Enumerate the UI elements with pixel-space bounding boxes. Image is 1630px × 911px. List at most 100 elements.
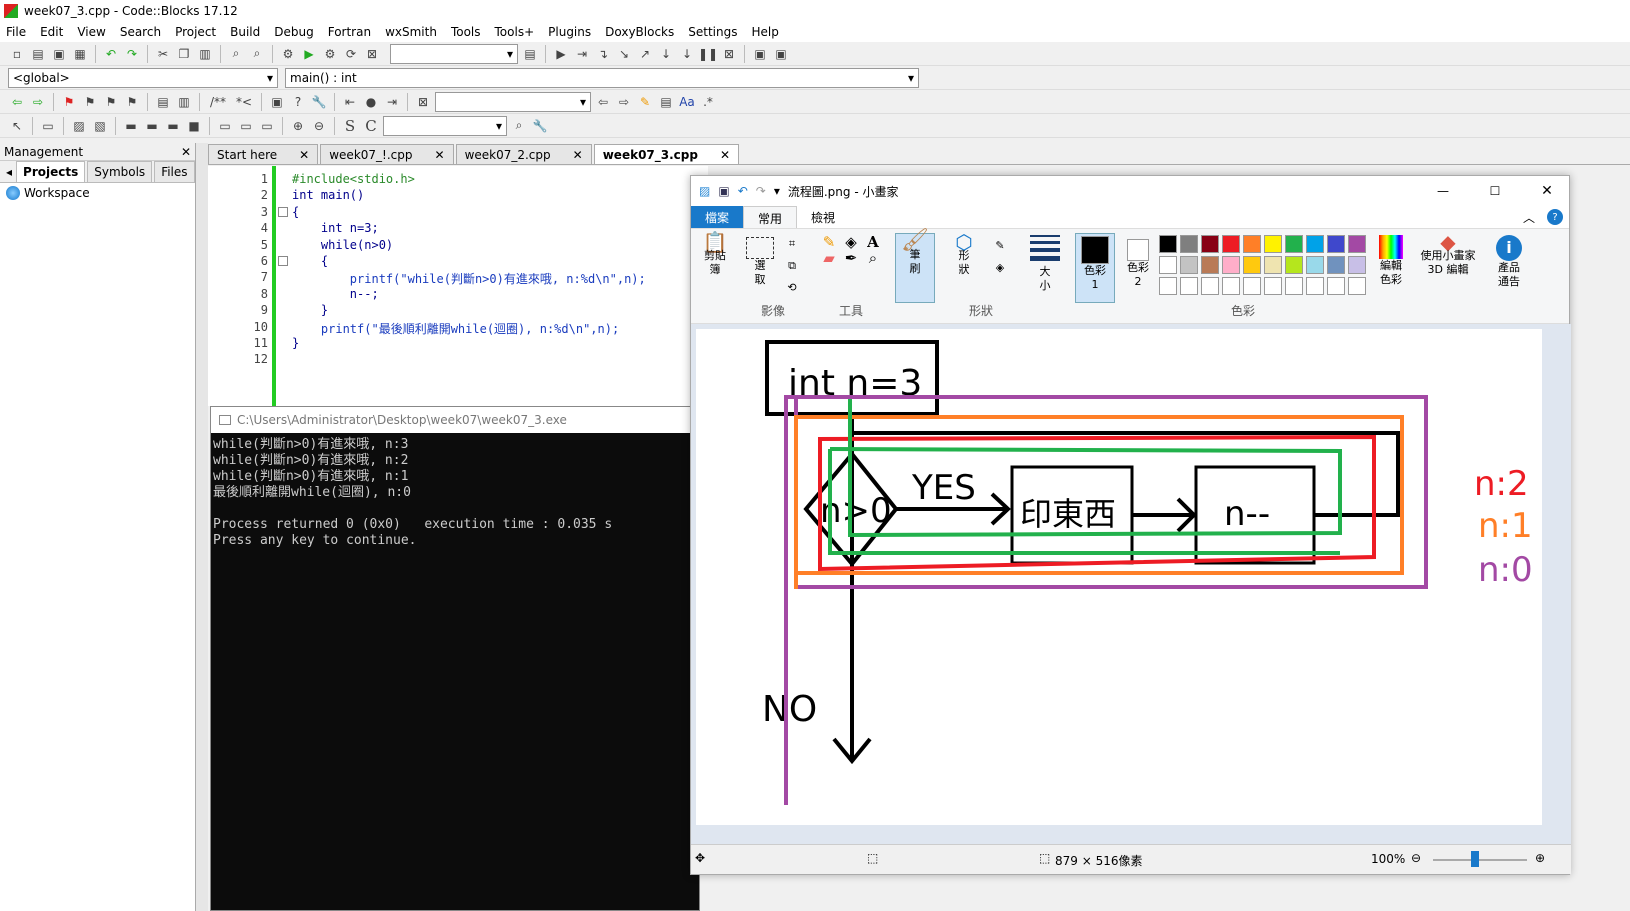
palette-color-swatch[interactable] xyxy=(1264,235,1282,253)
close-icon[interactable]: ✕ xyxy=(1525,183,1569,199)
doxywizard-icon[interactable]: ▣ xyxy=(268,93,286,111)
jump-back-icon[interactable]: ⇤ xyxy=(341,93,359,111)
brush-button[interactable]: 🖌 筆刷 xyxy=(895,230,935,303)
select-button[interactable]: 選取 xyxy=(743,235,777,287)
shape-fill-icon[interactable]: ◈ xyxy=(996,257,1004,279)
tab-home[interactable]: 常用 xyxy=(743,206,798,228)
palette-color-swatch[interactable] xyxy=(1327,256,1345,274)
step-out-icon[interactable]: ↗ xyxy=(636,45,654,63)
toggle-bookmark-icon[interactable]: ⚑ xyxy=(60,93,78,111)
palette-color-swatch[interactable] xyxy=(1327,277,1345,295)
widget-d-icon[interactable]: ■ xyxy=(185,117,203,135)
palette-color-swatch[interactable] xyxy=(1285,277,1303,295)
symbol-search-icon[interactable]: ⌕ xyxy=(510,117,528,135)
drawing-canvas[interactable]: int n=3 n>0 YES 印東西 n-- NO n:2 n:1 n:0 xyxy=(696,329,1542,825)
replace-icon[interactable]: ⌕ xyxy=(248,45,266,63)
magnifier-icon[interactable]: ⌕ xyxy=(863,251,883,266)
color1-button[interactable]: 色彩 1 xyxy=(1075,233,1115,303)
palette-color-swatch[interactable] xyxy=(1264,256,1282,274)
close-icon[interactable]: ✕ xyxy=(720,148,730,162)
tab-week07-1[interactable]: week07_!.cpp ✕ xyxy=(320,144,454,164)
save-icon[interactable]: ▣ xyxy=(50,45,68,63)
palette-color-swatch[interactable] xyxy=(1222,256,1240,274)
color2-button[interactable]: 色彩 2 xyxy=(1121,235,1155,289)
tab-files[interactable]: Files xyxy=(154,161,195,182)
palette-color-swatch[interactable] xyxy=(1306,277,1324,295)
paint3d-button[interactable]: ◆ 使用小畫家 3D 編輯 xyxy=(1417,232,1479,277)
zoom-in-icon[interactable]: ⊕ xyxy=(289,117,307,135)
widget-e-icon[interactable]: ▭ xyxy=(216,117,234,135)
symbol-settings-icon[interactable]: 🔧 xyxy=(531,117,549,135)
outline-icon[interactable]: ✎ xyxy=(995,235,1004,257)
quick-undo-icon[interactable]: ↶ xyxy=(738,184,748,198)
palette-color-swatch[interactable] xyxy=(1285,256,1303,274)
next-line-icon[interactable]: ↴ xyxy=(594,45,612,63)
close-icon[interactable]: ✕ xyxy=(573,148,583,162)
palette-color-swatch[interactable] xyxy=(1180,277,1198,295)
rebuild-icon[interactable]: ⟳ xyxy=(342,45,360,63)
menu-plugins[interactable]: Plugins xyxy=(548,25,591,39)
clear-bookmarks-icon[interactable]: ⚑ xyxy=(123,93,141,111)
prev-bookmark-icon[interactable]: ⚑ xyxy=(81,93,99,111)
palette-color-swatch[interactable] xyxy=(1348,256,1366,274)
forward-icon[interactable]: ⇨ xyxy=(29,93,47,111)
product-alert-button[interactable]: i 產品通告 xyxy=(1489,235,1529,289)
new-file-icon[interactable]: ▫ xyxy=(8,45,26,63)
palette-color-swatch[interactable] xyxy=(1201,277,1219,295)
comment-icon[interactable]: ▤ xyxy=(154,93,172,111)
zoom-slider-thumb[interactable] xyxy=(1471,851,1479,867)
tab-symbols[interactable]: Symbols xyxy=(87,161,153,182)
jump-dot-icon[interactable]: ● xyxy=(362,93,380,111)
pencil-icon[interactable]: ✎ xyxy=(819,235,839,250)
back-icon[interactable]: ⇦ xyxy=(8,93,26,111)
zoom-out-icon[interactable]: ⊖ xyxy=(1411,851,1421,865)
clear-search-icon[interactable]: ⊠ xyxy=(414,93,432,111)
line-comment-button[interactable]: *< xyxy=(233,93,255,111)
menu-edit[interactable]: Edit xyxy=(40,25,63,39)
redo-icon[interactable]: ↷ xyxy=(123,45,141,63)
palette-color-swatch[interactable] xyxy=(1201,256,1219,274)
abort-icon[interactable]: ⊠ xyxy=(363,45,381,63)
close-icon[interactable]: ✕ xyxy=(435,148,445,162)
splitter[interactable] xyxy=(196,143,208,911)
menu-project[interactable]: Project xyxy=(175,25,216,39)
palette-color-swatch[interactable] xyxy=(1243,277,1261,295)
code-editor[interactable]: 1 #include<stdio.h> 2 int main() 3 {4 int n=3… xyxy=(208,166,708,406)
menu-tools-plus[interactable]: Tools+ xyxy=(495,25,535,39)
widget-text-icon[interactable]: ▧ xyxy=(91,117,109,135)
jump-forward-icon[interactable]: ⇥ xyxy=(383,93,401,111)
debug-windows-icon[interactable]: ▣ xyxy=(751,45,769,63)
minimize-icon[interactable]: — xyxy=(1421,184,1465,198)
zoom-in-icon[interactable]: ⊕ xyxy=(1535,851,1545,865)
menu-tools[interactable]: Tools xyxy=(451,25,481,39)
help-icon[interactable]: ? xyxy=(1547,209,1563,225)
copy-icon[interactable]: ❐ xyxy=(175,45,193,63)
uncomment-icon[interactable]: ▥ xyxy=(175,93,193,111)
paste-icon[interactable]: ▥ xyxy=(196,45,214,63)
wrench-icon[interactable]: 🔧 xyxy=(310,93,328,111)
save-all-icon[interactable]: ▦ xyxy=(71,45,89,63)
palette-color-swatch[interactable] xyxy=(1222,277,1240,295)
fill-icon[interactable]: ◈ xyxy=(841,235,861,250)
fold-marker-icon[interactable] xyxy=(278,206,288,217)
palette-color-swatch[interactable] xyxy=(1159,256,1177,274)
scope-select[interactable]: <global> ▾ xyxy=(8,67,278,88)
palette-color-swatch[interactable] xyxy=(1159,235,1177,253)
palette-color-swatch[interactable] xyxy=(1222,235,1240,253)
clipboard-button[interactable]: 📋 剪貼簿 xyxy=(697,232,733,277)
palette-color-swatch[interactable] xyxy=(1306,256,1324,274)
info-icon[interactable]: ▣ xyxy=(772,45,790,63)
tab-week07-3[interactable]: week07_3.cpp ✕ xyxy=(593,144,740,164)
menu-view[interactable]: View xyxy=(77,25,105,39)
palette-color-swatch[interactable] xyxy=(1159,277,1177,295)
menu-doxyblocks[interactable]: DoxyBlocks xyxy=(605,25,674,39)
fold-marker-icon[interactable] xyxy=(278,256,288,266)
widget-g-icon[interactable]: ▭ xyxy=(258,117,276,135)
maximize-icon[interactable]: ☐ xyxy=(1473,184,1517,198)
palette-color-swatch[interactable] xyxy=(1264,277,1282,295)
palette-color-swatch[interactable] xyxy=(1348,277,1366,295)
quick-save-icon[interactable]: ▣ xyxy=(718,184,729,198)
palette-color-swatch[interactable] xyxy=(1243,235,1261,253)
next-bookmark-icon[interactable]: ⚑ xyxy=(102,93,120,111)
extract-docs-icon[interactable]: ? xyxy=(289,93,307,111)
